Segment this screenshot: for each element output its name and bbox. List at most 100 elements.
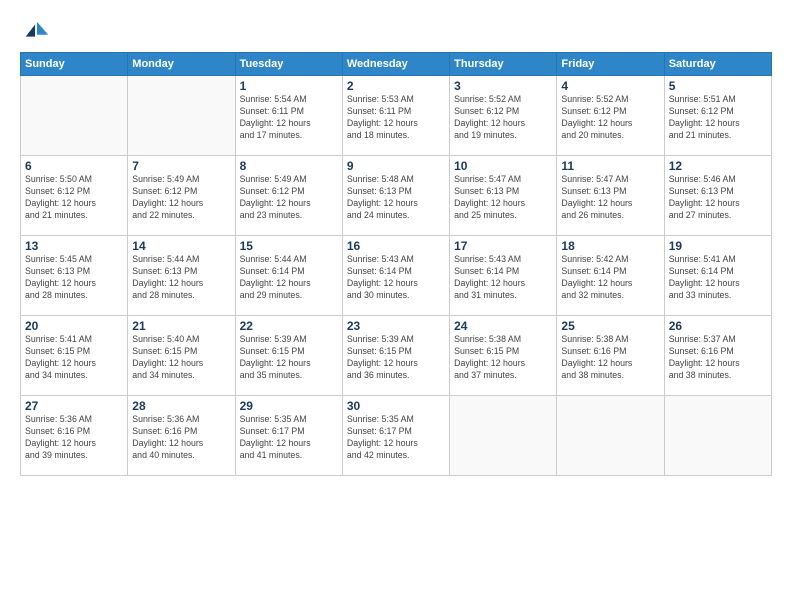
day-number: 23 (347, 319, 445, 333)
day-info: Sunrise: 5:38 AM Sunset: 6:15 PM Dayligh… (454, 334, 552, 382)
day-info: Sunrise: 5:36 AM Sunset: 6:16 PM Dayligh… (25, 414, 123, 462)
calendar-cell: 6Sunrise: 5:50 AM Sunset: 6:12 PM Daylig… (21, 156, 128, 236)
day-number: 7 (132, 159, 230, 173)
calendar-cell: 30Sunrise: 5:35 AM Sunset: 6:17 PM Dayli… (342, 396, 449, 476)
calendar-cell: 2Sunrise: 5:53 AM Sunset: 6:11 PM Daylig… (342, 76, 449, 156)
day-info: Sunrise: 5:39 AM Sunset: 6:15 PM Dayligh… (240, 334, 338, 382)
day-number: 20 (25, 319, 123, 333)
day-number: 14 (132, 239, 230, 253)
calendar-cell: 14Sunrise: 5:44 AM Sunset: 6:13 PM Dayli… (128, 236, 235, 316)
day-info: Sunrise: 5:42 AM Sunset: 6:14 PM Dayligh… (561, 254, 659, 302)
day-info: Sunrise: 5:47 AM Sunset: 6:13 PM Dayligh… (454, 174, 552, 222)
day-info: Sunrise: 5:52 AM Sunset: 6:12 PM Dayligh… (561, 94, 659, 142)
day-info: Sunrise: 5:35 AM Sunset: 6:17 PM Dayligh… (240, 414, 338, 462)
day-info: Sunrise: 5:50 AM Sunset: 6:12 PM Dayligh… (25, 174, 123, 222)
calendar-cell: 23Sunrise: 5:39 AM Sunset: 6:15 PM Dayli… (342, 316, 449, 396)
day-info: Sunrise: 5:41 AM Sunset: 6:15 PM Dayligh… (25, 334, 123, 382)
day-info: Sunrise: 5:37 AM Sunset: 6:16 PM Dayligh… (669, 334, 767, 382)
calendar-cell: 21Sunrise: 5:40 AM Sunset: 6:15 PM Dayli… (128, 316, 235, 396)
day-info: Sunrise: 5:54 AM Sunset: 6:11 PM Dayligh… (240, 94, 338, 142)
day-info: Sunrise: 5:44 AM Sunset: 6:14 PM Dayligh… (240, 254, 338, 302)
day-info: Sunrise: 5:40 AM Sunset: 6:15 PM Dayligh… (132, 334, 230, 382)
day-number: 27 (25, 399, 123, 413)
calendar-cell: 20Sunrise: 5:41 AM Sunset: 6:15 PM Dayli… (21, 316, 128, 396)
day-number: 4 (561, 79, 659, 93)
calendar-cell: 10Sunrise: 5:47 AM Sunset: 6:13 PM Dayli… (450, 156, 557, 236)
weekday-header-wednesday: Wednesday (342, 53, 449, 76)
day-info: Sunrise: 5:39 AM Sunset: 6:15 PM Dayligh… (347, 334, 445, 382)
day-number: 6 (25, 159, 123, 173)
calendar-cell: 1Sunrise: 5:54 AM Sunset: 6:11 PM Daylig… (235, 76, 342, 156)
calendar-cell (450, 396, 557, 476)
header (20, 18, 772, 42)
weekday-header-thursday: Thursday (450, 53, 557, 76)
day-number: 17 (454, 239, 552, 253)
day-number: 3 (454, 79, 552, 93)
calendar-cell: 26Sunrise: 5:37 AM Sunset: 6:16 PM Dayli… (664, 316, 771, 396)
calendar-table: SundayMondayTuesdayWednesdayThursdayFrid… (20, 52, 772, 476)
day-info: Sunrise: 5:52 AM Sunset: 6:12 PM Dayligh… (454, 94, 552, 142)
calendar-cell: 19Sunrise: 5:41 AM Sunset: 6:14 PM Dayli… (664, 236, 771, 316)
day-info: Sunrise: 5:43 AM Sunset: 6:14 PM Dayligh… (454, 254, 552, 302)
calendar-cell: 18Sunrise: 5:42 AM Sunset: 6:14 PM Dayli… (557, 236, 664, 316)
weekday-header-sunday: Sunday (21, 53, 128, 76)
day-number: 1 (240, 79, 338, 93)
calendar-cell: 29Sunrise: 5:35 AM Sunset: 6:17 PM Dayli… (235, 396, 342, 476)
day-number: 16 (347, 239, 445, 253)
calendar-cell (21, 76, 128, 156)
day-number: 19 (669, 239, 767, 253)
weekday-header-saturday: Saturday (664, 53, 771, 76)
calendar-cell (664, 396, 771, 476)
calendar-cell (557, 396, 664, 476)
day-info: Sunrise: 5:48 AM Sunset: 6:13 PM Dayligh… (347, 174, 445, 222)
page: SundayMondayTuesdayWednesdayThursdayFrid… (0, 0, 792, 612)
weekday-header-monday: Monday (128, 53, 235, 76)
calendar-week-row: 27Sunrise: 5:36 AM Sunset: 6:16 PM Dayli… (21, 396, 772, 476)
logo (20, 18, 50, 42)
day-number: 18 (561, 239, 659, 253)
day-number: 22 (240, 319, 338, 333)
calendar-cell (128, 76, 235, 156)
day-info: Sunrise: 5:45 AM Sunset: 6:13 PM Dayligh… (25, 254, 123, 302)
day-number: 9 (347, 159, 445, 173)
day-info: Sunrise: 5:47 AM Sunset: 6:13 PM Dayligh… (561, 174, 659, 222)
day-info: Sunrise: 5:53 AM Sunset: 6:11 PM Dayligh… (347, 94, 445, 142)
day-number: 29 (240, 399, 338, 413)
calendar-header-row: SundayMondayTuesdayWednesdayThursdayFrid… (21, 53, 772, 76)
calendar-cell: 27Sunrise: 5:36 AM Sunset: 6:16 PM Dayli… (21, 396, 128, 476)
day-number: 24 (454, 319, 552, 333)
weekday-header-tuesday: Tuesday (235, 53, 342, 76)
calendar-cell: 7Sunrise: 5:49 AM Sunset: 6:12 PM Daylig… (128, 156, 235, 236)
calendar-cell: 12Sunrise: 5:46 AM Sunset: 6:13 PM Dayli… (664, 156, 771, 236)
day-info: Sunrise: 5:38 AM Sunset: 6:16 PM Dayligh… (561, 334, 659, 382)
calendar-cell: 22Sunrise: 5:39 AM Sunset: 6:15 PM Dayli… (235, 316, 342, 396)
day-number: 25 (561, 319, 659, 333)
calendar-cell: 8Sunrise: 5:49 AM Sunset: 6:12 PM Daylig… (235, 156, 342, 236)
day-number: 26 (669, 319, 767, 333)
day-number: 13 (25, 239, 123, 253)
day-number: 11 (561, 159, 659, 173)
calendar-cell: 5Sunrise: 5:51 AM Sunset: 6:12 PM Daylig… (664, 76, 771, 156)
calendar-week-row: 6Sunrise: 5:50 AM Sunset: 6:12 PM Daylig… (21, 156, 772, 236)
day-info: Sunrise: 5:46 AM Sunset: 6:13 PM Dayligh… (669, 174, 767, 222)
day-number: 2 (347, 79, 445, 93)
day-info: Sunrise: 5:35 AM Sunset: 6:17 PM Dayligh… (347, 414, 445, 462)
calendar-week-row: 20Sunrise: 5:41 AM Sunset: 6:15 PM Dayli… (21, 316, 772, 396)
calendar-cell: 13Sunrise: 5:45 AM Sunset: 6:13 PM Dayli… (21, 236, 128, 316)
calendar-cell: 11Sunrise: 5:47 AM Sunset: 6:13 PM Dayli… (557, 156, 664, 236)
day-info: Sunrise: 5:49 AM Sunset: 6:12 PM Dayligh… (132, 174, 230, 222)
calendar-cell: 4Sunrise: 5:52 AM Sunset: 6:12 PM Daylig… (557, 76, 664, 156)
day-info: Sunrise: 5:43 AM Sunset: 6:14 PM Dayligh… (347, 254, 445, 302)
calendar-cell: 17Sunrise: 5:43 AM Sunset: 6:14 PM Dayli… (450, 236, 557, 316)
calendar-week-row: 1Sunrise: 5:54 AM Sunset: 6:11 PM Daylig… (21, 76, 772, 156)
calendar-cell: 24Sunrise: 5:38 AM Sunset: 6:15 PM Dayli… (450, 316, 557, 396)
calendar-cell: 15Sunrise: 5:44 AM Sunset: 6:14 PM Dayli… (235, 236, 342, 316)
day-number: 28 (132, 399, 230, 413)
day-info: Sunrise: 5:44 AM Sunset: 6:13 PM Dayligh… (132, 254, 230, 302)
weekday-header-friday: Friday (557, 53, 664, 76)
day-info: Sunrise: 5:49 AM Sunset: 6:12 PM Dayligh… (240, 174, 338, 222)
day-number: 30 (347, 399, 445, 413)
day-number: 12 (669, 159, 767, 173)
calendar-cell: 25Sunrise: 5:38 AM Sunset: 6:16 PM Dayli… (557, 316, 664, 396)
calendar-cell: 28Sunrise: 5:36 AM Sunset: 6:16 PM Dayli… (128, 396, 235, 476)
